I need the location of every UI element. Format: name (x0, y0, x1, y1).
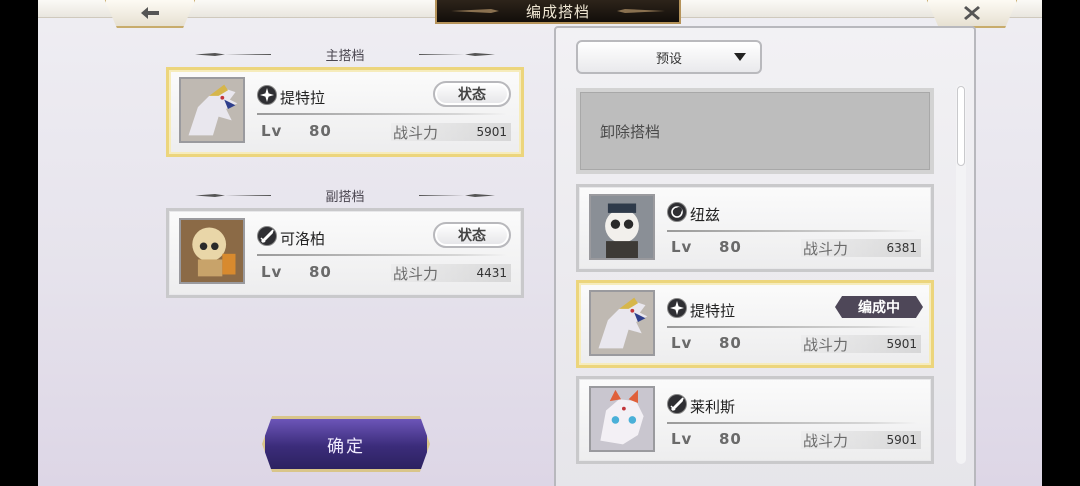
griffin-portrait-icon (591, 292, 653, 354)
level-tag: Lv (671, 430, 693, 448)
level-value: 80 (309, 263, 332, 281)
header-ornament-left (195, 53, 271, 56)
light-element-icon (667, 298, 687, 318)
divider (667, 230, 917, 232)
list-item[interactable]: 莱利斯 Lv 80 战斗力 5901 (576, 376, 934, 464)
title-ornament-left (451, 9, 499, 13)
game-screen: 编成搭档 主搭档 提特拉 状态 Lv 80 战斗力 5901 副搭档 可洛柏 状… (38, 0, 1042, 486)
level-value: 80 (719, 334, 742, 352)
power-value: 5901 (476, 125, 507, 139)
partner-name: 提特拉 (690, 302, 736, 320)
header-ornament-right (419, 194, 495, 197)
header-ornament-right (419, 53, 495, 56)
sub-partner-card[interactable]: 可洛柏 状态 Lv 80 战斗力 4431 (166, 208, 524, 298)
back-button[interactable] (104, 0, 196, 28)
sword-element-icon (667, 394, 687, 414)
partner-name: 莱利斯 (690, 398, 736, 416)
level-value: 80 (719, 238, 742, 256)
divider (667, 326, 917, 328)
divider (667, 422, 917, 424)
status-button[interactable]: 状态 (433, 222, 511, 248)
power-label: 战斗力 (803, 336, 849, 354)
level-value: 80 (309, 122, 332, 140)
sword-element-icon (257, 226, 277, 246)
left-letterbox (0, 0, 38, 486)
list-item[interactable]: 纽兹 Lv 80 战斗力 6381 (576, 184, 934, 272)
arrow-left-icon (141, 7, 159, 19)
partner-list-panel: 预设 卸除搭档 纽兹 Lv 80 战斗力 6381 提特拉 编成中 Lv 80 … (554, 26, 976, 486)
robot-portrait-icon (181, 220, 243, 282)
level-tag: Lv (261, 122, 283, 140)
partner-portrait-keluobo (179, 218, 245, 284)
close-icon (964, 6, 980, 20)
main-partner-header: 主搭档 (195, 45, 495, 64)
level-tag: Lv (671, 238, 693, 256)
page-title: 编成搭档 (525, 2, 590, 21)
partner-name: 可洛柏 (280, 230, 326, 248)
power-label: 战斗力 (393, 124, 439, 142)
scrollbar-thumb[interactable] (957, 86, 965, 166)
list-item[interactable]: 提特拉 编成中 Lv 80 战斗力 5901 (576, 280, 934, 368)
level-value: 80 (719, 430, 742, 448)
divider (257, 113, 507, 115)
sub-partner-label: 副搭档 (325, 189, 365, 205)
partner-portrait-titela (179, 77, 245, 143)
panda-portrait-icon (591, 196, 653, 258)
main-partner-card[interactable]: 提特拉 状态 Lv 80 战斗力 5901 (166, 67, 524, 157)
header-ornament-left (195, 194, 271, 197)
right-letterbox (1042, 0, 1080, 486)
partner-name: 纽兹 (690, 206, 721, 224)
sub-partner-header: 副搭档 (195, 186, 495, 205)
partner-portrait-niuzi (589, 194, 655, 260)
chevron-down-icon (734, 53, 746, 61)
unequip-partner-button[interactable]: 卸除搭档 (576, 88, 934, 174)
power-value: 6381 (886, 241, 917, 255)
main-partner-label: 主搭档 (325, 48, 365, 64)
power-label: 战斗力 (393, 265, 439, 283)
confirm-button[interactable]: 确定 (262, 416, 430, 472)
partner-portrait-lailisi (589, 386, 655, 452)
dark-element-icon (667, 202, 687, 222)
dragon-portrait-icon (591, 388, 653, 450)
scrollbar[interactable] (956, 84, 966, 464)
partner-name: 提特拉 (280, 89, 326, 107)
power-value: 5901 (886, 433, 917, 447)
divider (257, 254, 507, 256)
power-label: 战斗力 (803, 432, 849, 450)
preset-dropdown[interactable]: 预设 (576, 40, 762, 74)
light-element-icon (257, 85, 277, 105)
title-ornament-right (617, 9, 665, 13)
griffin-portrait-icon (181, 79, 243, 141)
in-team-badge: 编成中 (835, 296, 923, 318)
power-value: 4431 (476, 266, 507, 280)
power-label: 战斗力 (803, 240, 849, 258)
status-button[interactable]: 状态 (433, 81, 511, 107)
partner-portrait-titela (589, 290, 655, 356)
level-tag: Lv (671, 334, 693, 352)
close-button[interactable] (926, 0, 1018, 28)
preset-label: 预设 (655, 51, 682, 67)
power-value: 5901 (886, 337, 917, 351)
title-plate: 编成搭档 (435, 0, 681, 24)
level-tag: Lv (261, 263, 283, 281)
